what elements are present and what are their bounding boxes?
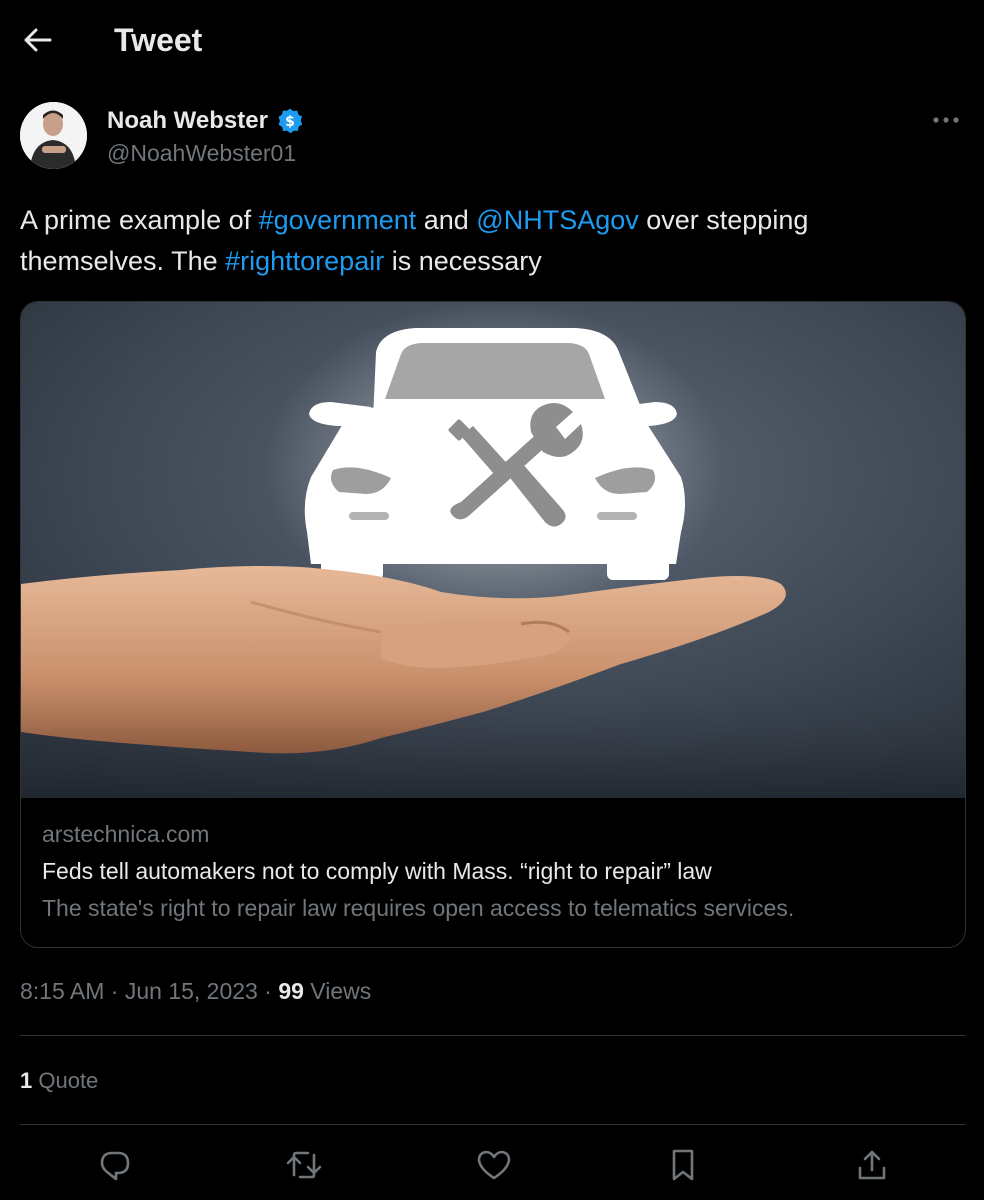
like-button[interactable] [474, 1145, 514, 1185]
more-options-button[interactable] [928, 108, 964, 132]
author-handle[interactable]: @NoahWebster01 [107, 140, 296, 167]
hashtag-link[interactable]: #government [259, 205, 417, 235]
card-domain: arstechnica.com [42, 821, 210, 847]
retweet-button[interactable] [284, 1145, 324, 1185]
reply-button[interactable] [95, 1145, 135, 1185]
tweet-metadata: 8:15 AM · Jun 15, 2023 · 99 Views [20, 976, 371, 1006]
views-label: Views [303, 978, 372, 1004]
bookmark-button[interactable] [663, 1145, 703, 1185]
tweet-author: Noah Webster $ @NoahWebster01 [20, 102, 964, 174]
card-meta: arstechnica.com Feds tell automakers not… [21, 799, 965, 947]
tweet-text-segment: A prime example of [20, 205, 259, 235]
top-bar: Tweet [0, 0, 984, 84]
card-description: The state's right to repair law requires… [42, 895, 795, 921]
page-title: Tweet [114, 22, 203, 58]
separator: · [104, 978, 125, 1004]
svg-text:$: $ [285, 114, 295, 130]
tweet-date[interactable]: Jun 15, 2023 [125, 978, 258, 1004]
reply-icon [100, 1151, 130, 1181]
divider [20, 1124, 966, 1125]
tweet-text-segment: and [416, 205, 477, 235]
hashtag-link[interactable]: #righttorepair [225, 246, 384, 276]
share-icon [858, 1150, 886, 1180]
arrow-left-icon [24, 28, 52, 52]
quote-label: Quote [32, 1068, 99, 1093]
card-title: Feds tell automakers not to comply with … [42, 858, 712, 884]
tweet-time[interactable]: 8:15 AM [20, 978, 104, 1004]
author-name-row: Noah Webster $ [107, 104, 304, 138]
tweet-text: A prime example of #government and @NHTS… [20, 200, 920, 282]
avatar-portrait [20, 102, 87, 169]
action-bar [0, 1140, 984, 1190]
avatar[interactable] [20, 102, 87, 169]
back-button[interactable] [18, 22, 58, 58]
separator: · [257, 978, 279, 1004]
quote-count: 1 [20, 1068, 33, 1093]
tweet-text-segment: is necessary [384, 246, 542, 276]
retweet-icon [286, 1151, 322, 1179]
bookmark-icon [672, 1149, 694, 1181]
mention-link[interactable]: @NHTSAgov [476, 205, 638, 235]
card-image [21, 302, 965, 798]
divider [20, 1035, 966, 1036]
heart-icon [477, 1150, 511, 1180]
link-preview-card[interactable]: arstechnica.com Feds tell automakers not… [20, 301, 966, 948]
verified-badge-icon[interactable]: $ [276, 107, 304, 135]
more-horizontal-icon [933, 117, 959, 123]
share-button[interactable] [852, 1145, 892, 1185]
views-count: 99 [278, 978, 304, 1004]
author-name[interactable]: Noah Webster [107, 107, 268, 135]
quote-stat[interactable]: 1 Quote [20, 1066, 98, 1096]
